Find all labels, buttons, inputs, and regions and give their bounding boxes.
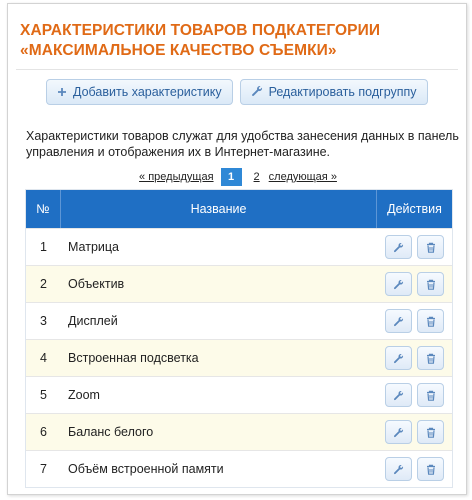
delete-row-button[interactable] (417, 309, 444, 333)
wrench-icon (394, 242, 404, 252)
wrench-icon (394, 427, 404, 437)
table-row: 2 Объектив (26, 265, 452, 302)
delete-row-button[interactable] (417, 383, 444, 407)
edit-subgroup-button[interactable]: Редактировать подгруппу (239, 79, 428, 105)
pagination-prev-link[interactable]: « предыдущая (139, 171, 214, 183)
wrench-icon (251, 85, 263, 99)
trash-icon (426, 279, 435, 290)
row-number: 4 (40, 351, 47, 365)
title-divider (16, 69, 458, 70)
row-actions (377, 377, 452, 413)
table-row: 7 Объём встроенной памяти (26, 450, 452, 487)
pagination: « предыдущая 1 2 следующая » (8, 168, 466, 186)
wrench-icon (394, 353, 404, 363)
row-number: 2 (40, 277, 47, 291)
table-row: 1 Матрица (26, 228, 452, 265)
table-row: 3 Дисплей (26, 302, 452, 339)
pagination-page-current[interactable]: 1 (220, 168, 242, 186)
wrench-icon (394, 464, 404, 474)
delete-row-button[interactable] (417, 235, 444, 259)
row-actions (377, 266, 452, 302)
plus-icon (57, 86, 67, 99)
edit-row-button[interactable] (385, 235, 412, 259)
table-row: 5 Zoom (26, 376, 452, 413)
wrench-icon (394, 316, 404, 326)
table-header: № Название Действия (26, 190, 452, 228)
edit-subgroup-label: Редактировать подгруппу (268, 85, 417, 99)
row-actions (377, 303, 452, 339)
row-actions (377, 340, 452, 376)
edit-row-button[interactable] (385, 309, 412, 333)
row-number: 3 (40, 314, 47, 328)
trash-icon (426, 390, 435, 401)
row-name: Объём встроенной памяти (68, 462, 224, 476)
trash-icon (426, 427, 435, 438)
row-number: 7 (40, 462, 47, 476)
edit-row-button[interactable] (385, 346, 412, 370)
edit-row-button[interactable] (385, 457, 412, 481)
description-text: Характеристики товаров служат для удобст… (26, 129, 459, 159)
pagination-page-link[interactable]: 2 (254, 171, 260, 183)
delete-row-button[interactable] (417, 457, 444, 481)
trash-icon (426, 242, 435, 253)
row-number: 5 (40, 388, 47, 402)
add-characteristic-label: Добавить характеристику (73, 85, 222, 99)
toolbar: Добавить характеристику Редактировать по… (46, 79, 428, 105)
delete-row-button[interactable] (417, 272, 444, 296)
delete-row-button[interactable] (417, 420, 444, 444)
trash-icon (426, 353, 435, 364)
wrench-icon (394, 390, 404, 400)
page-title: ХАРАКТЕРИСТИКИ ТОВАРОВ ПОДКАТЕГОРИИ «МАК… (8, 4, 466, 61)
wrench-icon (394, 279, 404, 289)
row-actions (377, 414, 452, 450)
row-name: Матрица (68, 240, 120, 254)
delete-row-button[interactable] (417, 346, 444, 370)
row-number: 6 (40, 425, 47, 439)
trash-icon (426, 316, 435, 327)
row-actions (377, 229, 452, 265)
content-panel: ХАРАКТЕРИСТИКИ ТОВАРОВ ПОДКАТЕГОРИИ «МАК… (7, 3, 467, 495)
row-name: Баланс белого (68, 425, 154, 439)
row-name: Объектив (68, 277, 125, 291)
pagination-next-link[interactable]: следующая » (269, 171, 337, 183)
row-number: 1 (40, 240, 47, 254)
characteristics-table: № Название Действия 1 Матрица 2 Объектив (25, 189, 453, 488)
page-title-line2: «МАКСИМАЛЬНОЕ КАЧЕСТВО СЪЕМКИ» (20, 42, 337, 59)
trash-icon (426, 464, 435, 475)
page-title-line1: ХАРАКТЕРИСТИКИ ТОВАРОВ ПОДКАТЕГОРИИ (20, 22, 381, 39)
row-name: Встроенная подсветка (68, 351, 199, 365)
row-name: Дисплей (68, 314, 118, 328)
table-row: 6 Баланс белого (26, 413, 452, 450)
column-header-number: № (26, 190, 61, 228)
add-characteristic-button[interactable]: Добавить характеристику (46, 79, 233, 105)
edit-row-button[interactable] (385, 420, 412, 444)
edit-row-button[interactable] (385, 383, 412, 407)
edit-row-button[interactable] (385, 272, 412, 296)
table-body: 1 Матрица 2 Объектив 3 Дисплей 4 Встроен… (26, 228, 452, 487)
row-name: Zoom (68, 388, 100, 402)
table-row: 4 Встроенная подсветка (26, 339, 452, 376)
row-actions (377, 451, 452, 487)
column-header-name: Название (61, 190, 377, 228)
column-header-actions: Действия (387, 202, 442, 216)
